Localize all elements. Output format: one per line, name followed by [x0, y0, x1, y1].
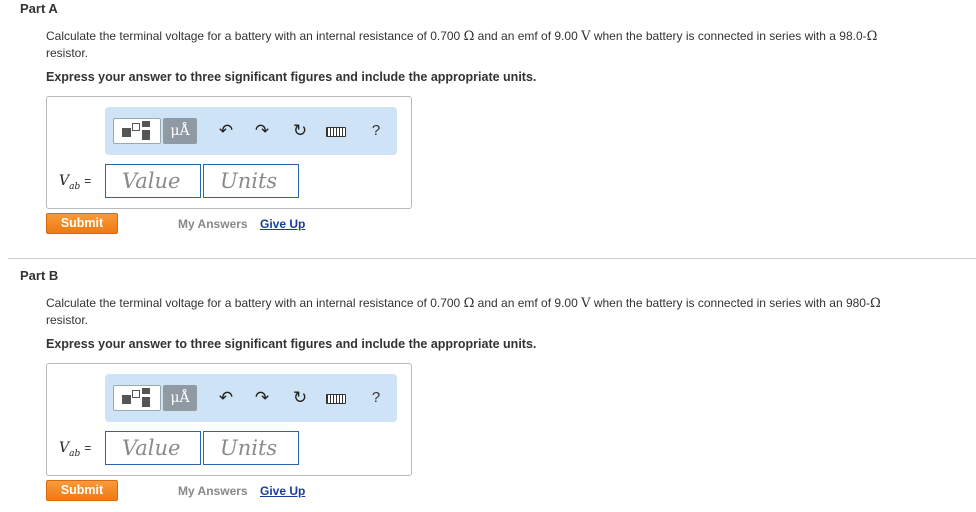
variable-subscript: ab	[69, 181, 81, 192]
variable-symbol: V	[59, 173, 70, 189]
reset-icon[interactable]: ↻	[287, 118, 313, 144]
question-text: Calculate the terminal voltage for a bat…	[46, 28, 966, 61]
question-text: Calculate the terminal voltage for a bat…	[46, 295, 966, 328]
submit-button[interactable]: Submit	[46, 213, 118, 234]
variable-label: Vab =	[59, 440, 91, 459]
templates-icon[interactable]	[113, 385, 161, 411]
part-title: Part A	[20, 1, 58, 16]
give-up-link[interactable]: Give Up	[260, 484, 305, 498]
instruction-text: Express your answer to three significant…	[46, 337, 537, 351]
answer-box: μÅ ↶ ↷ ↻ ? Vab =	[46, 363, 412, 476]
question-text-3: when the battery is connected in series …	[590, 296, 870, 310]
templates-icon[interactable]	[113, 118, 161, 144]
ohm-unit: Ω	[869, 296, 881, 311]
question-text-1: Calculate the terminal voltage for a bat…	[46, 296, 464, 310]
keyboard-icon[interactable]	[323, 118, 349, 144]
ohm-unit: Ω	[463, 29, 475, 44]
keyboard-icon[interactable]	[323, 385, 349, 411]
variable-label: Vab =	[59, 173, 91, 192]
units-input[interactable]	[203, 164, 299, 198]
part-title: Part B	[20, 268, 59, 283]
question-text-4: resistor.	[46, 46, 89, 60]
question-text-2: and an emf of 9.00	[474, 296, 582, 310]
redo-icon[interactable]: ↷	[249, 385, 275, 411]
help-icon[interactable]: ?	[363, 385, 389, 411]
help-icon[interactable]: ?	[363, 118, 389, 144]
equals-sign: =	[84, 174, 92, 188]
units-input[interactable]	[203, 431, 299, 465]
ohm-unit: Ω	[866, 29, 878, 44]
undo-icon[interactable]: ↶	[213, 118, 239, 144]
question-text-1: Calculate the terminal voltage for a bat…	[46, 29, 464, 43]
submit-button[interactable]: Submit	[46, 480, 118, 501]
answer-box: μÅ ↶ ↷ ↻ ? Vab =	[46, 96, 412, 209]
symbols-button[interactable]: μÅ	[163, 118, 197, 144]
value-input[interactable]	[105, 164, 201, 198]
instruction-text: Express your answer to three significant…	[46, 70, 537, 84]
question-text-3: when the battery is connected in series …	[590, 29, 867, 43]
question-text-4: resistor.	[46, 313, 89, 327]
my-answers-label: My Answers	[178, 217, 248, 231]
variable-symbol: V	[59, 440, 70, 456]
equals-sign: =	[84, 441, 92, 455]
question-text-2: and an emf of 9.00	[474, 29, 582, 43]
math-toolbar: μÅ ↶ ↷ ↻ ?	[105, 107, 397, 155]
reset-icon[interactable]: ↻	[287, 385, 313, 411]
symbols-button[interactable]: μÅ	[163, 385, 197, 411]
section-divider	[8, 258, 976, 259]
math-toolbar: μÅ ↶ ↷ ↻ ?	[105, 374, 397, 422]
undo-icon[interactable]: ↶	[213, 385, 239, 411]
my-answers-label: My Answers	[178, 484, 248, 498]
redo-icon[interactable]: ↷	[249, 118, 275, 144]
give-up-link[interactable]: Give Up	[260, 217, 305, 231]
value-input[interactable]	[105, 431, 201, 465]
ohm-unit: Ω	[463, 296, 475, 311]
variable-subscript: ab	[69, 448, 81, 459]
